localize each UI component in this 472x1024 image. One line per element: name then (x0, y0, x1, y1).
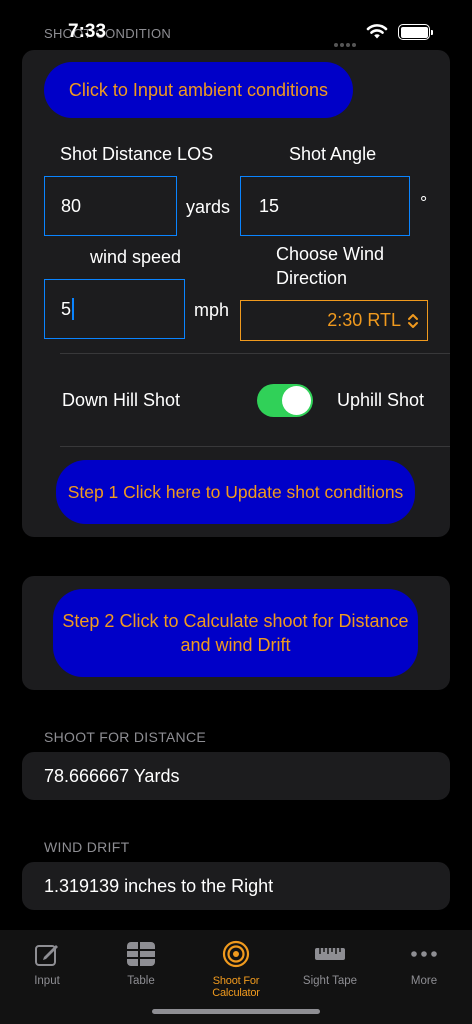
wind-speed-label: wind speed (90, 247, 182, 267)
input-ambient-conditions-button[interactable]: Click to Input ambient conditions (44, 62, 353, 118)
target-icon (222, 940, 250, 968)
camera-notch (178, 0, 294, 30)
tab-table[interactable]: Table (94, 938, 188, 987)
pencil-square-icon (35, 945, 58, 966)
divider (60, 446, 450, 447)
wind-direction-picker[interactable]: 2:30 RTL (240, 300, 428, 341)
calculate-shoot-for-button[interactable]: Step 2 Click to Calculate shoot for Dist… (53, 589, 418, 677)
uphill-toggle[interactable] (257, 384, 313, 417)
wind-speed-field[interactable]: 5 (44, 279, 185, 339)
shot-distance-label: Shot Distance LOS (60, 144, 214, 164)
home-indicator (152, 1009, 320, 1014)
update-shot-conditions-button[interactable]: Step 1 Click here to Update shot conditi… (56, 460, 415, 524)
tab-more[interactable]: More (377, 938, 471, 987)
downhill-shot-label: Down Hill Shot (62, 390, 181, 410)
wind-direction-label-line1: Choose Wind (276, 244, 385, 264)
tab-input[interactable]: Input (0, 938, 94, 987)
status-bar: SHOOT CONDITION 7:33 (0, 0, 472, 50)
uphill-shot-label: Uphill Shot (337, 390, 425, 410)
text-cursor (72, 298, 75, 320)
shot-distance-field[interactable]: 80 (44, 176, 177, 236)
ruler-icon (315, 948, 345, 960)
table-icon (127, 942, 155, 966)
ellipsis-icon (411, 951, 437, 957)
section-header-shoot-condition: SHOOT CONDITION (44, 26, 172, 41)
tab-shoot-for-calculator[interactable]: Shoot For Calculator (189, 938, 283, 999)
wind-drift-value: 1.319139 inches to the Right (22, 862, 450, 910)
shoot-for-distance-value: 78.666667 Yards (22, 752, 450, 800)
wind-direction-label-line2: Direction (276, 268, 348, 288)
divider (60, 353, 450, 354)
toggle-knob (282, 386, 311, 415)
tab-sight-tape[interactable]: Sight Tape (283, 938, 377, 987)
chevron-up-down-icon (408, 313, 418, 328)
wifi-icon (366, 24, 388, 39)
status-time: 7:33 (68, 21, 107, 42)
wind-direction-value: 2:30 RTL (327, 310, 401, 330)
shot-angle-field[interactable]: 15 (240, 176, 410, 236)
distance-unit-label: yards (186, 197, 231, 217)
angle-unit-label: ° (420, 193, 428, 213)
wind-speed-unit-label: mph (194, 300, 230, 320)
shot-angle-label: Shot Angle (289, 144, 377, 164)
wind-drift-header: WIND DRIFT (44, 839, 130, 855)
shoot-for-distance-header: SHOOT FOR DISTANCE (44, 729, 207, 745)
battery-icon (398, 24, 433, 40)
